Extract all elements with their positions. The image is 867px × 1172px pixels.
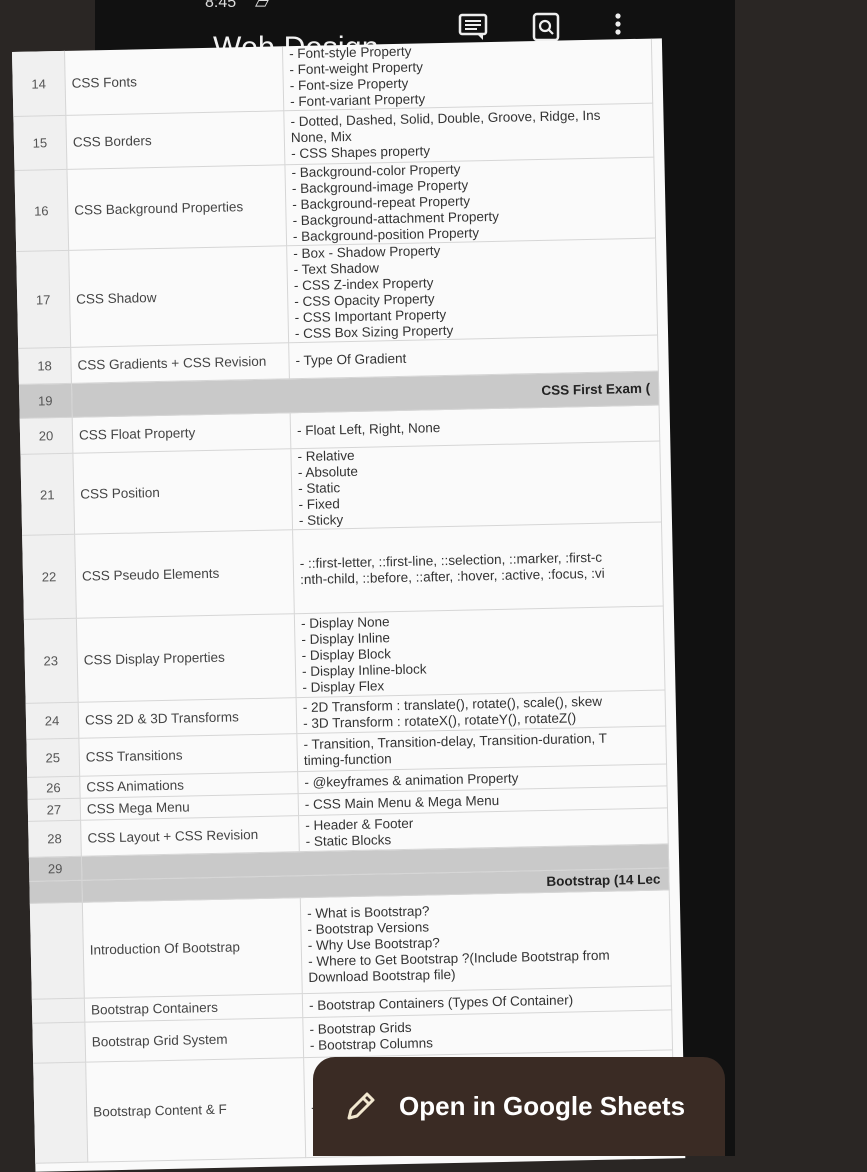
table-row[interactable]: Introduction Of Bootstrap - What is Boots… [29, 889, 672, 1000]
row-number: 25 [26, 738, 80, 778]
open-in-sheets-label: Open in Google Sheets [399, 1091, 686, 1121]
topic-cell: Bootstrap Grid System [84, 1017, 304, 1063]
row-number [29, 880, 83, 904]
row-number: 20 [19, 417, 73, 455]
open-in-sheets-button[interactable]: Open in Google Sheets [313, 1057, 725, 1156]
row-number: 17 [16, 250, 71, 349]
table-row[interactable]: 23 CSS Display Properties - Display None -… [23, 605, 666, 704]
topic-cell: CSS Position [72, 448, 293, 535]
topic-cell: Bootstrap Content & F [85, 1057, 306, 1163]
more-vert-icon[interactable] [611, 12, 625, 42]
detail-cell: - Font-style Property - Font-weight Prop… [282, 38, 653, 111]
row-number [31, 998, 85, 1024]
topic-cell: CSS Display Properties [76, 613, 297, 703]
row-number: 15 [13, 115, 67, 171]
row-number: 18 [18, 347, 72, 385]
row-number: 21 [20, 453, 75, 536]
table-row[interactable]: 21 CSS Position - Relative - Absolute - St… [20, 441, 662, 536]
comment-icon[interactable] [457, 12, 489, 42]
topic-cell: CSS Fonts [64, 46, 284, 116]
detail-cell: - What is Bootstrap? - Bootstrap Version… [300, 889, 672, 994]
spreadsheet-table: 14 CSS Fonts - Font-style Property - Font-… [12, 38, 675, 1164]
row-number: 26 [27, 776, 81, 800]
topic-cell: CSS Pseudo Elements [74, 529, 295, 619]
row-number: 29 [28, 856, 82, 882]
topic-cell: CSS Borders [65, 110, 285, 170]
row-number: 16 [14, 169, 69, 252]
row-number [29, 902, 85, 1000]
detail-cell: - Display None - Display Inline - Displa… [294, 605, 666, 698]
topic-cell: Introduction Of Bootstrap [82, 897, 303, 999]
row-number [32, 1022, 86, 1064]
detail-cell: - Relative - Absolute - Static - Fixed -… [290, 441, 662, 530]
pencil-icon [347, 1092, 375, 1119]
topic-cell: CSS Gradients + CSS Revision [70, 342, 290, 384]
row-number: 28 [28, 820, 82, 858]
row-number: 23 [23, 618, 79, 704]
detail-cell: - Background-color Property - Background… [284, 157, 656, 246]
topic-cell: CSS Transitions [78, 733, 298, 777]
row-number: 14 [12, 50, 66, 117]
topic-cell: CSS Float Property [72, 412, 291, 454]
topic-cell: CSS 2D & 3D Transforms [78, 697, 297, 739]
row-number: 27 [27, 798, 81, 822]
table-row[interactable]: 16 CSS Background Properties - Background-… [14, 157, 656, 252]
detail-cell: - Dotted, Dashed, Solid, Double, Groove,… [283, 103, 654, 165]
row-number: 22 [22, 534, 77, 620]
spreadsheet-view[interactable]: 14 CSS Fonts - Font-style Property - Font-… [12, 38, 686, 1172]
topic-cell: CSS Layout + CSS Revision [80, 815, 300, 857]
detail-cell: - ::first-letter, ::first-line, ::select… [292, 522, 664, 614]
detail-cell: - Box - Shadow Property - Text Shadow - … [286, 238, 658, 343]
table-row[interactable]: 17 CSS Shadow - Box - Shadow Property - Te… [16, 238, 658, 349]
topic-cell: CSS Shadow [68, 245, 289, 348]
topic-cell: CSS Background Properties [66, 164, 287, 251]
row-number: 19 [18, 383, 73, 419]
row-number: 24 [25, 702, 79, 740]
search-in-sheet-icon[interactable] [531, 12, 563, 42]
row-number [33, 1062, 88, 1164]
table-row[interactable]: 22 CSS Pseudo Elements - ::first-letter, :… [22, 522, 664, 620]
